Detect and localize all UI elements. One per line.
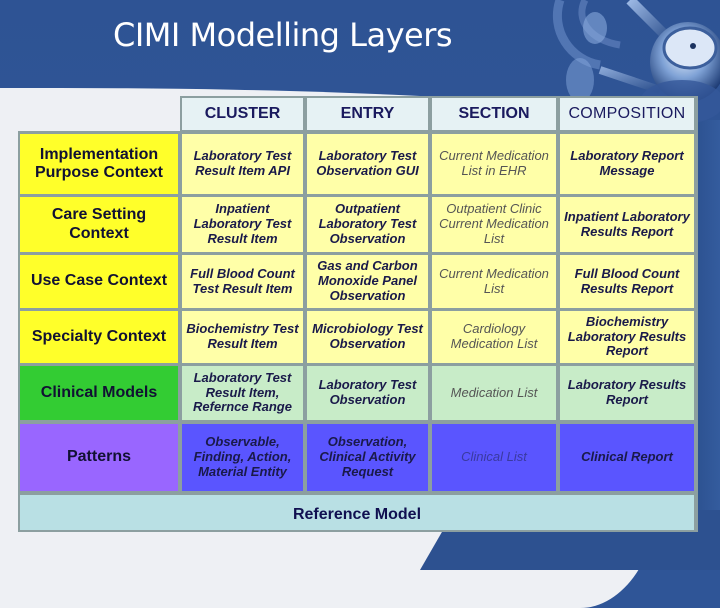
row-label-specialty-context: Specialty Context [20,311,178,363]
row-label-implementation-purpose-context: Implementation Purpose Context [20,134,178,194]
table-cell: Clinical List [432,424,556,491]
table-cell: Laboratory Test Result Item API [182,134,303,194]
table-cell: Gas and Carbon Monoxide Panel Observatio… [307,255,428,308]
row-label-care-setting-context: Care Setting Context [20,197,178,252]
table-cell: Laboratory Test Result Item, Refernce Ra… [182,366,303,420]
table-cell: Full Blood Count Test Result Item [182,255,303,308]
row-label-use-case-context: Use Case Context [20,255,178,308]
modelling-layers-table: CLUSTER ENTRY SECTION COMPOSITION Implem… [18,96,698,532]
column-header-entry: ENTRY [307,98,428,130]
table-cell: Medication List [432,366,556,420]
row-label-patterns: Patterns [20,424,178,491]
column-header-composition: COMPOSITION [560,98,694,130]
table-cell: Current Medication List in EHR [432,134,556,194]
row-label-clinical-models: Clinical Models [20,366,178,420]
table-cell: Laboratory Report Message [560,134,694,194]
table-cell: Laboratory Test Observation [307,366,428,420]
reference-model-bar: Reference Model [20,495,694,530]
column-header-cluster: CLUSTER [182,98,303,130]
table-cell: Cardiology Medication List [432,311,556,363]
table-cell: Inpatient Laboratory Results Report [560,197,694,252]
table-cell: Laboratory Results Report [560,366,694,420]
table-cell: Clinical Report [560,424,694,491]
table-cell: Full Blood Count Results Report [560,255,694,308]
table-cell: Biochemistry Test Result Item [182,311,303,363]
column-header-section: SECTION [432,98,556,130]
table-corner-empty [18,96,180,131]
table-cell: Outpatient Clinic Current Medication Lis… [432,197,556,252]
table-cell: Observation, Clinical Activity Request [307,424,428,491]
table-cell: Inpatient Laboratory Test Result Item [182,197,303,252]
table-cell: Outpatient Laboratory Test Observation [307,197,428,252]
table-cell: Observable, Finding, Action, Material En… [182,424,303,491]
table-cell: Current Medication List [432,255,556,308]
slide-title: CIMI Modelling Layers [113,16,453,54]
table-cell: Microbiology Test Observation [307,311,428,363]
table-cell: Biochemistry Laboratory Results Report [560,311,694,363]
table-cell: Laboratory Test Observation GUI [307,134,428,194]
